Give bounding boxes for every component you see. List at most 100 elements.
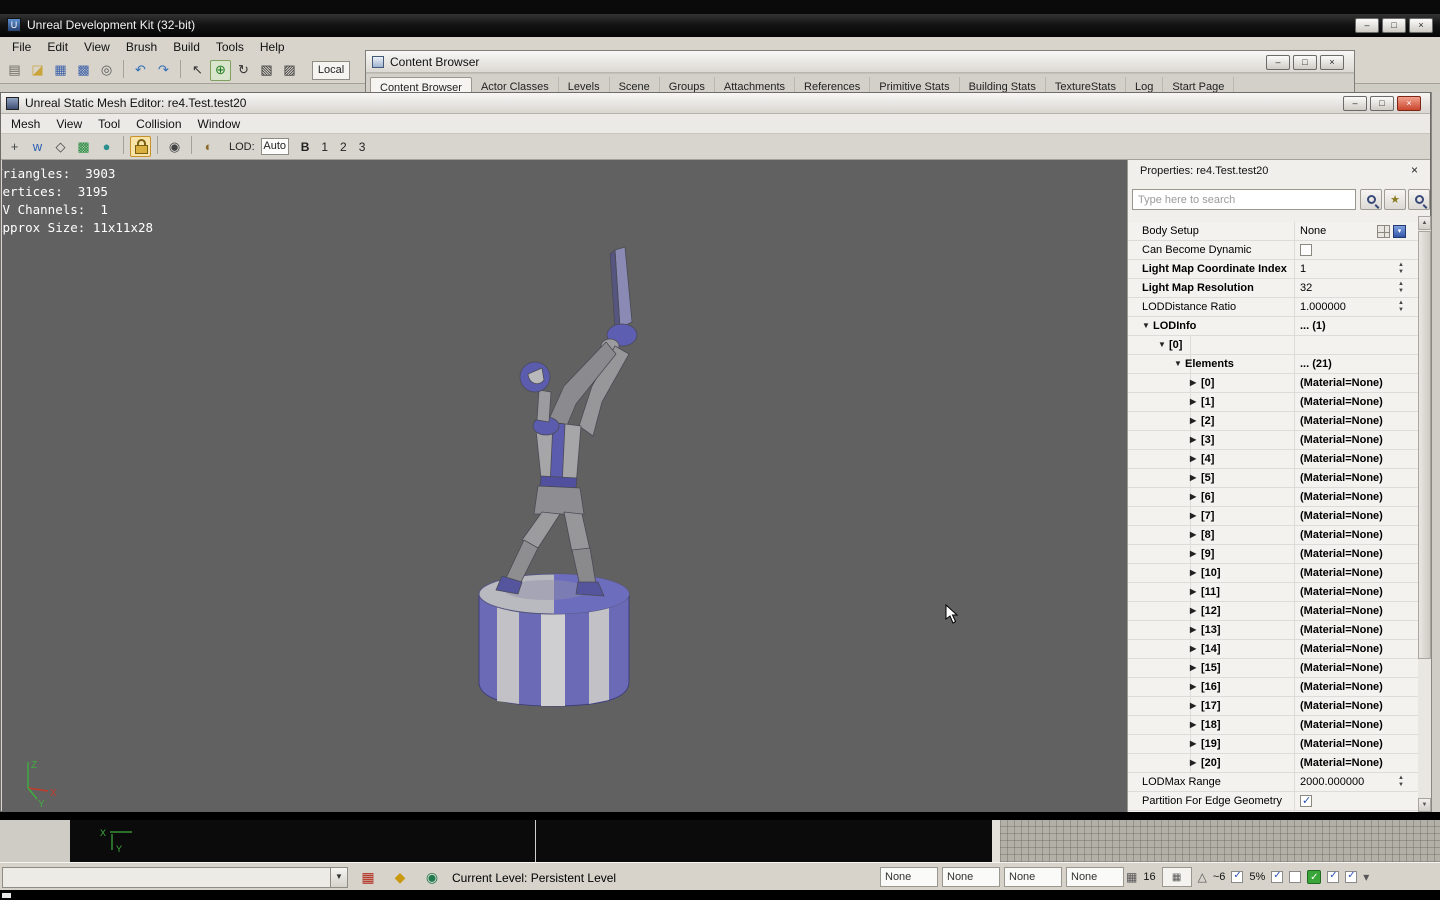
status-none-box-0[interactable]: None	[880, 867, 938, 887]
property-row-26-18[interactable]: ▶ [18] (Material=None)	[1128, 716, 1418, 735]
property-row-17-9[interactable]: ▶ [9] (Material=None)	[1128, 545, 1418, 564]
property-row-9-1[interactable]: ▶ [1] (Material=None)	[1128, 393, 1418, 412]
scale-snap-checkbox[interactable]	[1271, 870, 1284, 883]
mesh-menu-mesh[interactable]: Mesh	[3, 114, 48, 134]
scroll-down-icon[interactable]: ▼	[1418, 798, 1431, 812]
property-value[interactable]: ... (1)	[1295, 317, 1418, 336]
close-button[interactable]: ×	[1320, 55, 1344, 70]
expand-arrow-icon[interactable]: ▶	[1190, 735, 1201, 753]
find-icon[interactable]: ◎	[96, 60, 117, 81]
kismet-icon[interactable]: ▦	[356, 866, 380, 888]
content-browser-titlebar[interactable]: Content Browser – □ ×	[366, 51, 1354, 73]
mesh-menu-view[interactable]: View	[48, 114, 90, 134]
ortho-viewport[interactable]: X Y	[70, 820, 992, 862]
property-row-24-16[interactable]: ▶ [16] (Material=None)	[1128, 678, 1418, 697]
property-value[interactable]: (Material=None)	[1295, 564, 1418, 583]
udk-logo-icon[interactable]: w	[27, 136, 48, 157]
property-value[interactable]: (Material=None)	[1295, 583, 1418, 602]
collision-view-icon[interactable]: ▩	[73, 136, 94, 157]
lod-button-2[interactable]: 2	[340, 140, 347, 154]
translate-tool-icon[interactable]: ⊕	[210, 59, 231, 81]
property-value[interactable]	[1295, 241, 1418, 260]
property-value[interactable]: (Material=None)	[1295, 431, 1418, 450]
property-value[interactable]: (Material=None)	[1295, 507, 1418, 526]
spinner-control[interactable]: ▲ ▼	[1396, 281, 1406, 295]
drag-grid-icon[interactable]: ▦	[1126, 870, 1137, 884]
close-icon[interactable]: ×	[1407, 163, 1422, 178]
property-row-20-12[interactable]: ▶ [12] (Material=None)	[1128, 602, 1418, 621]
status-none-box-3[interactable]: None	[1066, 867, 1124, 887]
open-file-icon[interactable]: ◪	[27, 60, 48, 81]
expand-arrow-icon[interactable]: ▶	[1190, 583, 1201, 601]
property-row-29-lodmax-range[interactable]: LODMax Range 2000.000000 ▲ ▼	[1128, 773, 1418, 792]
property-value[interactable]: (Material=None)	[1295, 678, 1418, 697]
property-row-18-10[interactable]: ▶ [10] (Material=None)	[1128, 564, 1418, 583]
property-value[interactable]: (Material=None)	[1295, 526, 1418, 545]
property-value[interactable]: (Material=None)	[1295, 374, 1418, 393]
expand-arrow-icon[interactable]: ▶	[1190, 450, 1201, 468]
property-value[interactable]: (Material=None)	[1295, 469, 1418, 488]
autosave-icon[interactable]: ✓	[1307, 870, 1322, 884]
property-value[interactable]: (Material=None)	[1295, 640, 1418, 659]
chevron-down-icon[interactable]: ▼	[330, 868, 347, 887]
scale-nonuniform-tool-icon[interactable]: ▨	[279, 60, 300, 81]
property-value[interactable]: (Material=None)	[1295, 659, 1418, 678]
grid-preset-box[interactable]: ▦	[1161, 867, 1192, 887]
spinner-control[interactable]: ▲ ▼	[1396, 775, 1406, 789]
property-row-21-13[interactable]: ▶ [13] (Material=None)	[1128, 621, 1418, 640]
rotate-tool-icon[interactable]: ↻	[233, 60, 254, 81]
property-value[interactable]: (Material=None)	[1295, 621, 1418, 640]
expand-arrow-icon[interactable]: ▶	[1190, 564, 1201, 582]
property-value[interactable]: (Material=None)	[1295, 545, 1418, 564]
property-row-13-5[interactable]: ▶ [5] (Material=None)	[1128, 469, 1418, 488]
property-value[interactable]: (Material=None)	[1295, 697, 1418, 716]
realtime-icon[interactable]: ◐	[198, 136, 219, 157]
spinner-control[interactable]: ▲ ▼	[1396, 262, 1406, 276]
world-icon[interactable]: ◉	[420, 866, 444, 888]
property-row-6-0[interactable]: ▼ [0]	[1128, 336, 1418, 355]
property-value[interactable]: (Material=None)	[1295, 602, 1418, 621]
bounds-view-icon[interactable]: ●	[96, 136, 117, 157]
property-row-12-4[interactable]: ▶ [4] (Material=None)	[1128, 450, 1418, 469]
expand-arrow-icon[interactable]: ▶	[1190, 412, 1201, 430]
expand-arrow-icon[interactable]: ▶	[1190, 526, 1201, 544]
expand-arrow-icon[interactable]: ▶	[1190, 602, 1201, 620]
select-tool-icon[interactable]: ↖	[187, 60, 208, 81]
lod-button-1[interactable]: 1	[321, 140, 328, 154]
main-menu-help[interactable]: Help	[252, 37, 293, 57]
expand-arrow-icon[interactable]: ▶	[1190, 697, 1201, 715]
property-row-10-2[interactable]: ▶ [2] (Material=None)	[1128, 412, 1418, 431]
property-row-19-11[interactable]: ▶ [11] (Material=None)	[1128, 583, 1418, 602]
expand-arrow-icon[interactable]: ▶	[1190, 716, 1201, 734]
mesh-menu-collision[interactable]: Collision	[128, 114, 189, 134]
mesh-viewport[interactable]: Triangles: 3903 Vertices: 3195 UV Channels…	[2, 160, 1127, 812]
property-row-2-light-map-coordinate-index[interactable]: Light Map Coordinate Index 1 ▲ ▼	[1128, 260, 1418, 279]
save-icon[interactable]: ▦	[50, 60, 71, 81]
minimize-button[interactable]: –	[1266, 55, 1290, 70]
save-all-icon[interactable]: ▩	[73, 60, 94, 81]
maximize-button[interactable]: □	[1382, 18, 1406, 33]
property-value[interactable]: ... (21)	[1295, 355, 1418, 374]
maximize-button[interactable]: □	[1293, 55, 1317, 70]
mesh-menu-window[interactable]: Window	[190, 114, 249, 134]
property-value[interactable]: (Material=None)	[1295, 735, 1418, 754]
favorites-star-icon[interactable]: ★	[1384, 189, 1406, 210]
property-value[interactable]: (Material=None)	[1295, 716, 1418, 735]
expand-arrow-icon[interactable]: ▶	[1190, 621, 1201, 639]
use-selected-icon[interactable]: ▾	[1393, 225, 1406, 238]
spinner-control[interactable]: ▲ ▼	[1396, 300, 1406, 314]
option-checkbox[interactable]	[1289, 871, 1302, 883]
property-row-11-3[interactable]: ▶ [3] (Material=None)	[1128, 431, 1418, 450]
scrollbar-thumb[interactable]	[1418, 231, 1431, 659]
property-row-22-14[interactable]: ▶ [14] (Material=None)	[1128, 640, 1418, 659]
property-value[interactable]: (Material=None)	[1295, 412, 1418, 431]
collapse-arrow-icon[interactable]: ▼	[1142, 317, 1153, 335]
coordinate-system-dropdown[interactable]: Local	[312, 60, 350, 80]
expand-arrow-icon[interactable]: ▶	[1190, 469, 1201, 487]
expand-arrow-icon[interactable]: ▶	[1190, 393, 1201, 411]
status-none-box-2[interactable]: None	[1004, 867, 1062, 887]
show-in-browser-icon[interactable]	[1377, 225, 1390, 238]
option-checkbox[interactable]	[1345, 870, 1358, 883]
status-combo-box[interactable]: ▼	[2, 867, 348, 888]
expand-arrow-icon[interactable]: ▶	[1190, 754, 1201, 772]
